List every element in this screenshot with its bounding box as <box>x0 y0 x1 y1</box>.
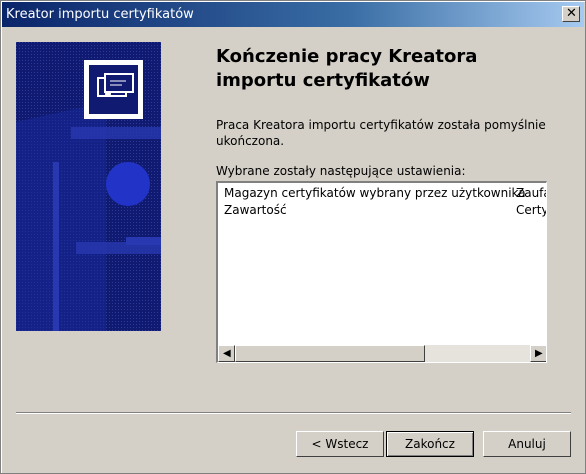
settings-listbox[interactable]: Magazyn certyfikatów wybrany przez użytk… <box>216 181 547 363</box>
close-button[interactable]: ✕ <box>562 6 580 22</box>
page-title: Kończenie pracy Kreatora importu certyfi… <box>216 45 546 93</box>
completion-message: Praca Kreatora importu certyfikatów zost… <box>216 117 546 149</box>
horizontal-scrollbar[interactable]: ◀ ▶ <box>218 345 546 362</box>
banner-graphic <box>16 42 161 331</box>
completion-message-line1: Praca Kreatora importu certyfikatów zost… <box>216 118 546 132</box>
arrow-right-icon: ▶ <box>535 348 543 359</box>
window-title: Kreator importu certyfikatów <box>6 7 194 22</box>
setting-value: Certy <box>516 203 547 217</box>
back-button[interactable]: < Wstecz <box>296 431 384 457</box>
finish-button[interactable]: Zakończ <box>386 431 474 457</box>
wizard-window: Kreator importu certyfikatów ✕ Kończenie… <box>0 0 586 474</box>
completion-message-line2: ukończona. <box>216 134 285 148</box>
cancel-button[interactable]: Anuluj <box>483 431 571 457</box>
settings-label: Wybrane zostały następujące ustawienia: <box>216 164 466 178</box>
title-bar: Kreator importu certyfikatów ✕ <box>2 2 584 27</box>
setting-name: Magazyn certyfikatów wybrany przez użytk… <box>224 186 526 200</box>
scroll-right-button[interactable]: ▶ <box>530 345 546 362</box>
page-title-line1: Kończenie pracy Kreatora <box>216 46 478 67</box>
scroll-left-button[interactable]: ◀ <box>218 345 235 362</box>
divider <box>16 412 571 414</box>
close-icon: ✕ <box>566 6 577 21</box>
setting-name: Zawartość <box>224 203 287 217</box>
page-title-line2: importu certyfikatów <box>216 70 430 91</box>
wizard-banner-image <box>16 42 161 331</box>
arrow-left-icon: ◀ <box>223 348 231 359</box>
scrollbar-thumb[interactable] <box>235 345 425 362</box>
setting-value: Zaufa <box>516 186 546 200</box>
